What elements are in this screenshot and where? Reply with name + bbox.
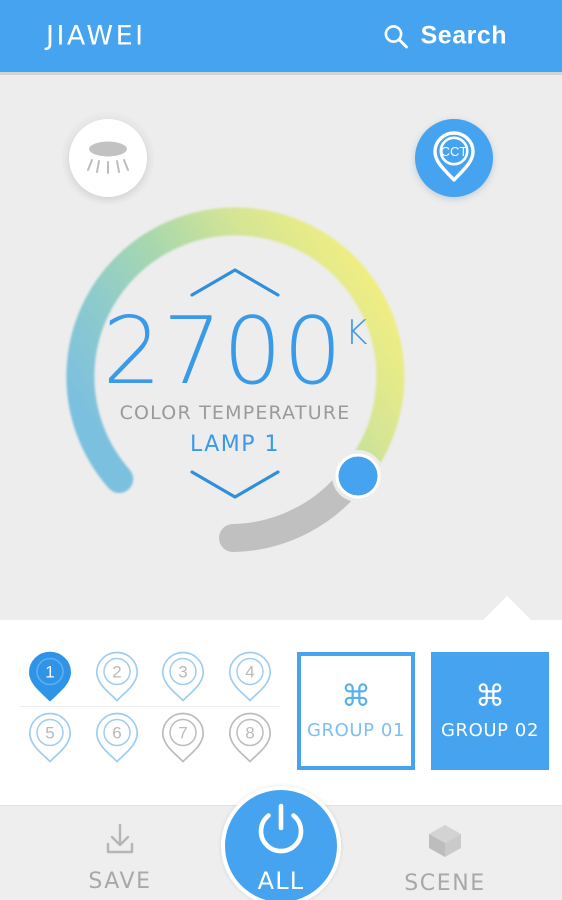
lamp-pin-label: 8 [245, 724, 254, 743]
power-all-label: ALL [257, 866, 305, 895]
app-header: JIAWEI Search [0, 0, 562, 72]
lamp-pin-label: 5 [45, 724, 54, 743]
dial-track-active [66, 207, 405, 493]
dial-knob [332, 450, 384, 502]
cube-scene-icon [425, 822, 465, 865]
lamp-pin-1[interactable]: 1 [26, 650, 74, 702]
lamp-pin-8[interactable]: 8 [226, 711, 274, 763]
search-label: Search [420, 21, 507, 50]
brand-logo: JIAWEI [46, 20, 146, 52]
lamp-pin-5[interactable]: 5 [26, 711, 74, 763]
cct-pin-icon: CCT [430, 129, 478, 188]
mode-button-lamp[interactable] [69, 119, 147, 197]
lamp-pin-grid: 1 2 3 4 5 6 7 8 [20, 650, 280, 763]
lamp-pin-4[interactable]: 4 [226, 650, 274, 702]
panel-notch-indicator [483, 596, 531, 620]
search-icon [383, 23, 409, 49]
group-clover-icon: ⌘ [475, 678, 505, 714]
lamp-pin-label: 4 [245, 663, 254, 682]
app-root: JIAWEI Search CCT 2700 K COLOR TEMPERATU… [0, 0, 562, 900]
search-button[interactable]: Search [383, 22, 507, 51]
group-card-02[interactable]: ⌘ GROUP 02 [431, 652, 549, 770]
color-temperature-dial[interactable]: 2700 K COLOR TEMPERATURE LAMP 1 [55, 203, 415, 563]
lamp-pin-label: 6 [112, 724, 121, 743]
nav-item-scene[interactable]: SCENE [370, 822, 520, 896]
cct-button-label: CCT [441, 144, 468, 159]
group-label: GROUP 02 [440, 719, 540, 741]
group-card-01[interactable]: ⌘ GROUP 01 [297, 652, 415, 770]
lamp-pin-row-bottom: 5 6 7 8 [20, 711, 280, 763]
mode-button-cct[interactable]: CCT [415, 119, 493, 197]
download-save-icon [100, 822, 140, 863]
lamp-pin-row-top: 1 2 3 4 [20, 650, 280, 702]
group-label: GROUP 01 [306, 719, 406, 741]
pin-grid-divider [20, 706, 280, 707]
nav-label-save: SAVE [88, 869, 152, 894]
lamp-pin-3[interactable]: 3 [159, 650, 207, 702]
power-icon [250, 798, 312, 865]
lamp-pin-2[interactable]: 2 [93, 650, 141, 702]
lamp-pin-label: 1 [45, 663, 54, 682]
lamp-pin-label: 7 [179, 724, 188, 743]
nav-item-save[interactable]: SAVE [45, 822, 195, 894]
nav-label-scene: SCENE [404, 871, 486, 896]
dial-stage: CCT 2700 K COLOR TEMPERATURE LAMP 1 [0, 75, 562, 620]
group-selector: ⌘ GROUP 01 ⌘ GROUP 02 [297, 652, 549, 770]
downlight-lamp-icon [85, 136, 131, 181]
lamp-pin-label: 2 [112, 663, 121, 682]
lamp-pin-6[interactable]: 6 [93, 711, 141, 763]
power-all-button[interactable]: ALL [221, 786, 341, 900]
lamp-pin-label: 3 [179, 663, 188, 682]
group-clover-icon: ⌘ [341, 678, 371, 714]
lamp-pin-7[interactable]: 7 [159, 711, 207, 763]
